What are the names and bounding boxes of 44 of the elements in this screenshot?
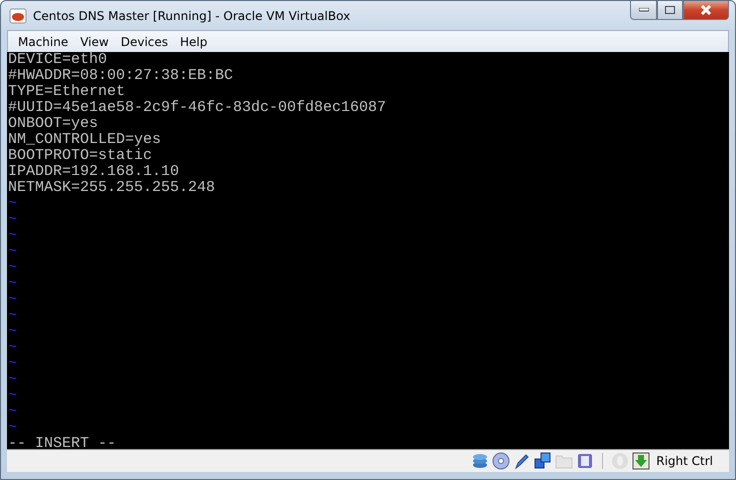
pen-icon[interactable] — [513, 452, 532, 470]
minimize-icon — [638, 8, 648, 12]
empty-line-marker: ~ — [8, 260, 18, 276]
empty-line-marker: ~ — [8, 212, 18, 228]
empty-line-marker: ~ — [8, 420, 18, 436]
empty-line-marker: ~ — [8, 404, 18, 420]
menu-item[interactable]: View — [74, 34, 115, 48]
minimize-button[interactable] — [630, 1, 657, 20]
config-line: IPADDR=192.168.1.10 — [8, 164, 180, 180]
empty-line-marker: ~ — [8, 388, 18, 404]
empty-line-marker: ~ — [8, 308, 18, 324]
empty-line-marker: ~ — [8, 276, 18, 292]
maximize-button[interactable] — [657, 1, 683, 20]
cd-icon[interactable] — [492, 452, 510, 470]
menu-item[interactable]: Machine — [12, 34, 74, 48]
menu-item[interactable]: Devices — [114, 34, 174, 48]
config-line: TYPE=Ethernet — [8, 84, 126, 100]
config-line: DEVICE=eth0 — [8, 52, 108, 68]
empty-line-marker: ~ — [8, 244, 18, 260]
config-line: #HWADDR=08:00:27:38:EB:BC — [8, 68, 234, 84]
config-line: NM_CONTROLLED=yes — [8, 132, 162, 148]
host-key-label: Right Ctrl — [656, 454, 713, 468]
config-line: #UUID=45e1ae58-2c9f-46fc-83dc-00fd8ec16087 — [8, 100, 386, 116]
config-line: NETMASK=255.255.255.248 — [8, 180, 216, 196]
close-button[interactable] — [683, 1, 729, 20]
mode-indicator: -- INSERT -- — [8, 436, 116, 449]
network-icon[interactable] — [534, 452, 552, 470]
app-icon — [9, 8, 27, 24]
hard-disk-icon[interactable] — [471, 452, 490, 470]
chip-icon[interactable] — [576, 452, 594, 470]
empty-line-marker: ~ — [8, 324, 18, 340]
down-arrow-icon[interactable] — [632, 452, 650, 470]
empty-line-marker: ~ — [8, 196, 18, 212]
empty-line-marker: ~ — [8, 356, 18, 372]
empty-line-marker: ~ — [8, 292, 18, 308]
config-line: BOOTPROTO=static — [8, 148, 152, 164]
close-icon — [700, 5, 712, 15]
empty-line-marker: ~ — [8, 340, 18, 356]
window-title: Centos DNS Master [Running] - Oracle VM VirtualBox — [33, 8, 352, 22]
empty-line-marker: ~ — [8, 228, 18, 244]
maximize-icon — [665, 6, 675, 14]
empty-line-marker: ~ — [8, 372, 18, 388]
menu-item[interactable]: Help — [174, 34, 214, 48]
config-line: ONBOOT=yes — [8, 116, 98, 132]
